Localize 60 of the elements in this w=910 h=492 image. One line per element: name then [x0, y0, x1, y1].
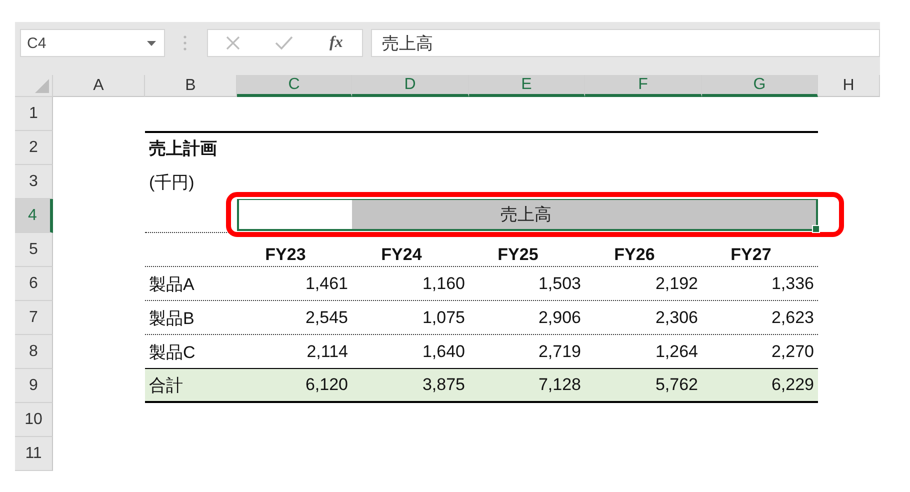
column-header[interactable]: C: [237, 75, 352, 97]
sheet-title: 売上計画: [148, 138, 218, 160]
table-cell-text: 1,075: [421, 307, 466, 329]
row-header[interactable]: 8: [15, 335, 53, 369]
year-header: FY23: [264, 244, 307, 266]
column-header[interactable]: B: [145, 75, 237, 97]
table-cell-text: 1,160: [421, 273, 466, 295]
table-cell: 6,229: [702, 369, 818, 403]
year-header: FY26: [613, 244, 656, 266]
column-header[interactable]: A: [53, 75, 145, 97]
table-cell: 3,875: [352, 369, 469, 403]
table-cell: 6,120: [237, 369, 352, 403]
table-cell-text: 1,461: [304, 273, 349, 295]
table-cell: 売上高: [352, 199, 816, 229]
table-cell-text: 1,336: [770, 273, 815, 295]
year-header: FY24: [380, 244, 423, 266]
table-cell-text: 1,264: [654, 341, 699, 363]
cancel-icon[interactable]: [225, 35, 242, 51]
row-header[interactable]: 5: [15, 233, 53, 267]
row-header[interactable]: 6: [15, 267, 53, 301]
year-header: FY25: [496, 244, 540, 266]
table-cell-text: 製品A: [148, 274, 196, 296]
row-header[interactable]: 11: [15, 437, 53, 471]
insert-function-button[interactable]: fx: [328, 34, 345, 52]
row-header[interactable]: 2: [15, 131, 53, 165]
column-header[interactable]: H: [818, 75, 880, 97]
table-cell-text: 2,623: [770, 307, 815, 329]
unit-label: (千円): [148, 172, 196, 194]
column-header[interactable]: F: [585, 75, 702, 97]
row-header[interactable]: 1: [15, 97, 53, 131]
table-cell: 合計: [145, 369, 237, 403]
column-header[interactable]: E: [469, 75, 585, 97]
table-cell-text: 製品C: [148, 342, 196, 364]
table-cell-text: 2,719: [537, 341, 582, 363]
table-cell: 7,128: [469, 369, 585, 403]
fill-handle[interactable]: [812, 225, 820, 233]
year-header: FY27: [730, 244, 772, 266]
table-cell-text: 1,640: [421, 341, 466, 363]
table-cell-text: 2,906: [537, 307, 582, 329]
table-cell-text: 2,192: [654, 273, 699, 295]
table-cell-text: 2,114: [306, 341, 349, 363]
name-box[interactable]: C4: [20, 29, 165, 57]
table-cell-text: 2,545: [304, 307, 349, 329]
column-header[interactable]: G: [702, 75, 818, 97]
select-all-icon[interactable]: [35, 79, 49, 93]
grip-icon: [183, 35, 187, 51]
table-cell-text: 製品B: [148, 308, 196, 330]
row-header[interactable]: 7: [15, 301, 53, 335]
formula-bar[interactable]: 売上高: [371, 29, 880, 57]
table-cell-text: 2,270: [770, 341, 815, 363]
row-header[interactable]: 9: [15, 369, 53, 403]
check-icon[interactable]: [275, 36, 294, 50]
row-header[interactable]: 10: [15, 403, 53, 437]
dropdown-caret-icon[interactable]: [147, 40, 156, 46]
column-header[interactable]: D: [352, 75, 469, 97]
table-cell: 5,762: [585, 369, 702, 403]
row-header[interactable]: 4: [15, 199, 53, 233]
row-header[interactable]: 3: [15, 165, 53, 199]
table-cell-text: 1,503: [537, 273, 582, 295]
table-cell-text: 2,306: [654, 307, 699, 329]
